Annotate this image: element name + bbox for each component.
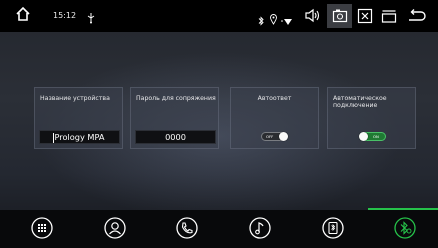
auto-connect-label: Автоматическое подключение [333,95,387,110]
toggle-state-text: OFF [266,134,274,139]
auto-connect-card[interactable]: Автоматическое подключение ON [327,87,416,149]
toggle-knob [359,132,368,141]
volume-icon[interactable] [304,7,321,28]
pairing-password-field[interactable]: 0000 [135,130,216,144]
device-name-field[interactable]: Prology MPA [39,130,120,144]
music-icon[interactable] [249,217,271,243]
pairing-password-card[interactable]: Пароль для сопряжения 0000 [130,87,219,149]
toggle-state-text: ON [373,134,379,139]
bottom-dock [0,210,438,248]
back-icon[interactable] [408,8,426,28]
phone-icon[interactable] [176,217,198,243]
device-name-card[interactable]: Название устройства Prology MPA [34,87,123,149]
contacts-icon[interactable] [104,217,126,243]
window-icon[interactable] [381,8,398,28]
pairing-password-label: Пароль для сопряжения [136,95,216,102]
auto-answer-card[interactable]: Автоответ OFF [230,87,319,149]
screenshot-icon[interactable] [332,8,348,28]
active-tab-indicator [368,208,438,210]
toggle-knob [279,132,288,141]
clock: 15:12 [53,11,77,20]
home-icon[interactable] [15,6,31,26]
auto-answer-label: Автоответ [257,95,292,102]
device-name-value: Prology MPA [54,132,105,142]
auto-connect-toggle[interactable]: ON [359,132,386,141]
bluetooth-file-icon[interactable] [322,217,344,243]
wifi-icon [281,11,293,30]
location-icon [270,10,277,29]
bluetooth-settings-icon[interactable] [394,217,416,243]
device-name-label: Название устройства [40,95,110,102]
usb-icon [87,9,95,28]
pairing-password-value: 0000 [165,132,186,142]
apps-icon[interactable] [31,217,53,243]
bluetooth-icon [258,11,264,30]
auto-answer-toggle[interactable]: OFF [261,132,288,141]
text-cursor [53,133,54,143]
status-bar: 15:12 [0,0,438,32]
close-box-icon[interactable] [357,8,373,28]
